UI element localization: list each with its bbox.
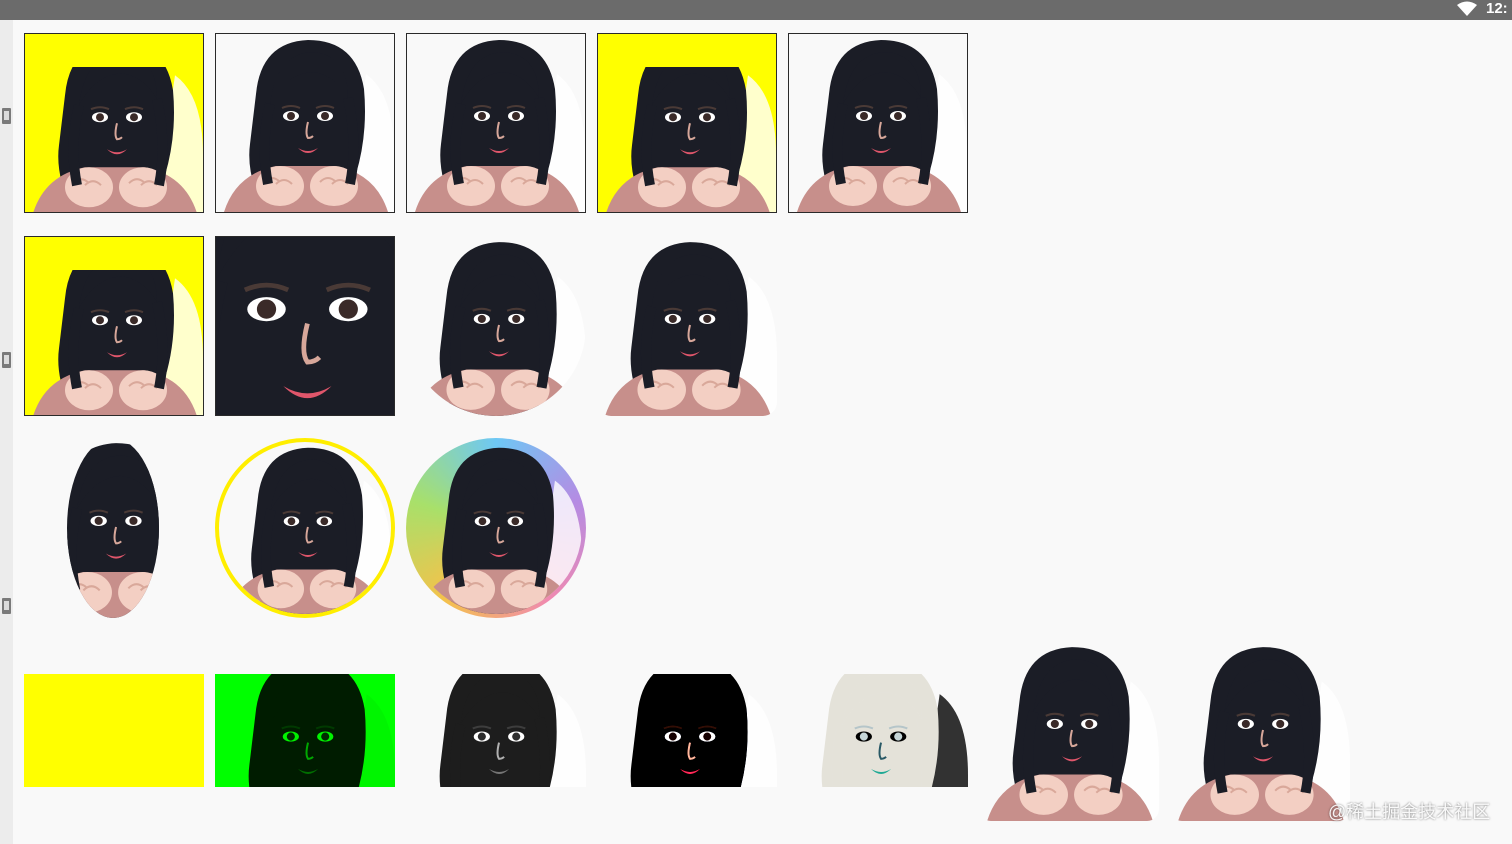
- image-fit-start-letterbox[interactable]: [597, 33, 777, 213]
- image-solid-yellow[interactable]: [24, 674, 204, 787]
- wifi-icon: [1456, 1, 1478, 17]
- image-center-crop[interactable]: [215, 33, 395, 213]
- image-icon[interactable]: [2, 108, 11, 124]
- watermark: @稀土掘金技术社区: [1328, 802, 1491, 822]
- image-oval[interactable]: [67, 438, 159, 618]
- side-toolbar: [0, 20, 13, 844]
- image-fit-center-letterbox[interactable]: [24, 33, 204, 213]
- image-rounded-large-2[interactable]: [1170, 641, 1350, 821]
- image-circle-yellow-border[interactable]: [215, 438, 395, 618]
- image-fit-xy[interactable]: [406, 33, 586, 213]
- circle-image-inner: [410, 442, 582, 614]
- image-circle-gradient-border[interactable]: [406, 438, 586, 618]
- image-zoomed-face[interactable]: [215, 236, 395, 416]
- image-rounded-corners[interactable]: [597, 236, 777, 416]
- status-time: 12:: [1486, 0, 1508, 17]
- image-rounded-large[interactable]: [979, 641, 1159, 821]
- image-fit-center-letterbox[interactable]: [24, 236, 204, 416]
- image-green-tint[interactable]: [215, 674, 395, 787]
- status-bar: 12:: [0, 0, 1512, 20]
- image-inverted[interactable]: [788, 674, 968, 787]
- image-fit-end[interactable]: [788, 33, 968, 213]
- image-high-contrast[interactable]: [597, 674, 777, 787]
- image-icon[interactable]: [2, 352, 11, 368]
- image-grayscale[interactable]: [406, 674, 586, 787]
- image-icon[interactable]: [2, 598, 11, 614]
- image-circle[interactable]: [406, 236, 586, 416]
